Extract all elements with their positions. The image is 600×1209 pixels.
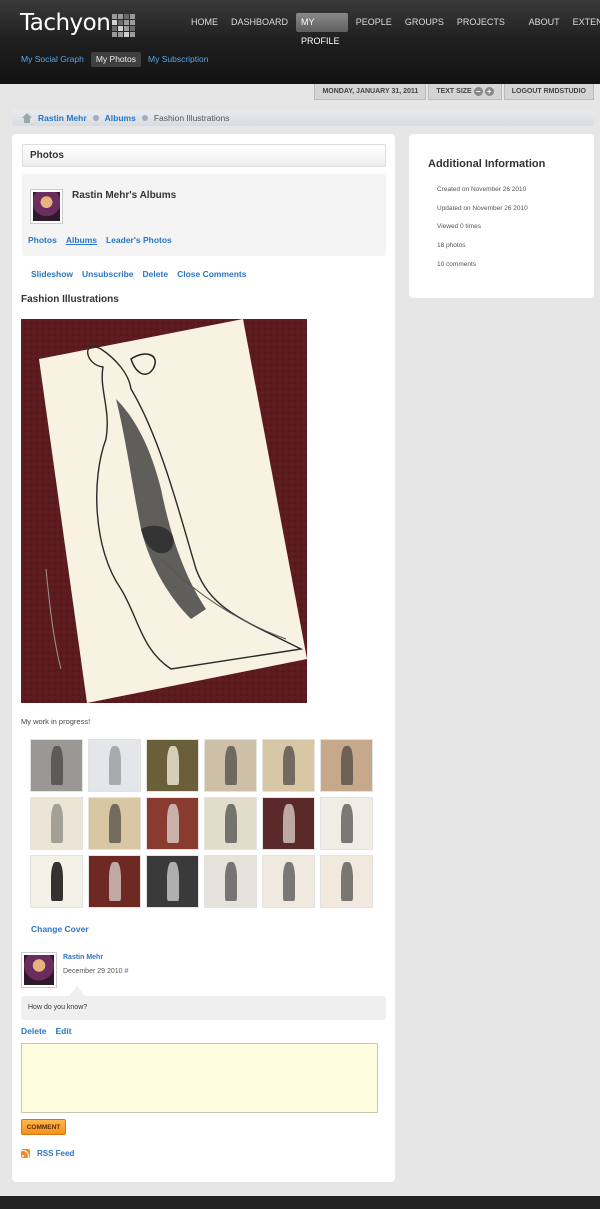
close-comments-link[interactable]: Close Comments [177, 269, 246, 279]
footer-bar [0, 1196, 600, 1209]
breadcrumb-separator [141, 115, 148, 121]
photo-thumbnail[interactable] [146, 855, 199, 908]
logo-text: Tachyon [20, 10, 111, 36]
album-actions: Slideshow Unsubscribe Delete Close Comme… [31, 269, 256, 279]
nav-my-profile[interactable]: MY PROFILE [296, 13, 348, 46]
photo-thumbnail[interactable] [262, 739, 315, 792]
additional-info-panel: Additional Information Created on Novemb… [409, 134, 594, 298]
comment-avatar[interactable] [21, 952, 57, 988]
created-date: Created on November 26 2010 [437, 186, 527, 193]
subnav-social-graph[interactable]: My Social Graph [16, 52, 89, 67]
breadcrumb-separator [92, 115, 99, 121]
comment-input[interactable] [21, 1043, 378, 1113]
album-tabs: Photos Albums Leader's Photos [28, 235, 181, 245]
additional-info-title: Additional Information [428, 158, 546, 170]
logo[interactable]: Tachyon [20, 9, 136, 37]
comment-meta: December 29 2010 # [63, 968, 128, 975]
photo-thumbnail[interactable] [262, 797, 315, 850]
subnav-my-subscription[interactable]: My Subscription [143, 52, 213, 67]
photo-thumbnail[interactable] [88, 739, 141, 792]
photo-thumbnail[interactable] [30, 739, 83, 792]
home-icon[interactable] [22, 113, 32, 123]
photo-thumbnail[interactable] [30, 797, 83, 850]
comment-date: December 29 2010 [63, 968, 123, 975]
cover-illustration [21, 319, 307, 703]
album-owner-box: Rastin Mehr's Albums Photos Albums Leade… [22, 174, 386, 256]
nav-home[interactable]: HOME [186, 13, 223, 32]
photo-thumbnail[interactable] [88, 797, 141, 850]
photo-thumbnail[interactable] [30, 855, 83, 908]
top-bar: Tachyon HOME DASHBOARD MY PROFILE PEOPLE… [0, 0, 600, 84]
photo-thumbnail[interactable] [146, 797, 199, 850]
photo-thumbnail[interactable] [88, 855, 141, 908]
photo-thumbnail[interactable] [320, 797, 373, 850]
photos-heading: Photos [22, 144, 386, 167]
nav-extend[interactable]: EXTEND [568, 13, 600, 32]
tab-leaders-photos[interactable]: Leader's Photos [106, 235, 172, 245]
utility-bar: MONDAY, JANUARY 31, 2011 TEXT SIZE − + L… [312, 84, 594, 100]
unsubscribe-link[interactable]: Unsubscribe [82, 269, 134, 279]
edit-comment-link[interactable]: Edit [56, 1026, 72, 1036]
album-title: Fashion Illustrations [21, 294, 119, 305]
photo-thumbnail[interactable] [320, 855, 373, 908]
rss-icon [21, 1149, 30, 1158]
logout-button[interactable]: LOGOUT RMDSTUDIO [503, 84, 594, 100]
logo-grid-icon [112, 13, 136, 37]
text-size-control: TEXT SIZE − + [428, 84, 502, 100]
album-owner-title: Rastin Mehr's Albums [72, 190, 177, 201]
nav-people[interactable]: PEOPLE [351, 13, 397, 32]
delete-album-link[interactable]: Delete [143, 269, 169, 279]
change-cover-link[interactable]: Change Cover [31, 924, 89, 934]
current-date: MONDAY, JANUARY 31, 2011 [314, 84, 427, 100]
text-size-label: TEXT SIZE [436, 88, 472, 95]
subnav-my-photos[interactable]: My Photos [90, 52, 141, 67]
thumbnail-grid [30, 739, 373, 908]
rss-feed-label: RSS Feed [37, 1149, 75, 1158]
view-count: Viewed 0 times [437, 223, 481, 230]
nav-about[interactable]: ABOUT [524, 13, 565, 32]
delete-comment-link[interactable]: Delete [21, 1026, 47, 1036]
comment-actions: Delete Edit [21, 1026, 81, 1036]
breadcrumb-albums[interactable]: Albums [105, 113, 136, 123]
main-nav: HOME DASHBOARD MY PROFILE PEOPLE GROUPS … [186, 13, 600, 46]
updated-date: Updated on November 26 2010 [437, 205, 528, 212]
photo-thumbnail[interactable] [204, 739, 257, 792]
tab-photos[interactable]: Photos [28, 235, 57, 245]
owner-avatar[interactable] [30, 189, 63, 224]
breadcrumb-user[interactable]: Rastin Mehr [38, 113, 87, 123]
photo-count: 18 photos [437, 242, 466, 249]
tab-albums[interactable]: Albums [66, 235, 97, 245]
comment-count: 10 comments [437, 261, 477, 268]
photo-thumbnail[interactable] [146, 739, 199, 792]
photo-thumbnail[interactable] [320, 739, 373, 792]
main-panel: Photos Rastin Mehr's Albums Photos Album… [12, 134, 395, 1182]
photo-thumbnail[interactable] [204, 797, 257, 850]
photo-thumbnail[interactable] [204, 855, 257, 908]
text-size-increase-icon[interactable]: + [484, 87, 494, 96]
breadcrumb: Rastin Mehr Albums Fashion Illustrations [12, 110, 594, 126]
comment-permalink[interactable]: # [125, 968, 129, 975]
nav-groups[interactable]: GROUPS [400, 13, 449, 32]
comment-body: How do you know? [21, 986, 386, 1020]
nav-projects[interactable]: PROJECTS [452, 13, 510, 32]
slideshow-link[interactable]: Slideshow [31, 269, 73, 279]
rss-feed-link[interactable]: RSS Feed [21, 1149, 74, 1158]
sub-nav: My Social Graph My Photos My Subscriptio… [16, 52, 215, 67]
comment-author[interactable]: Rastin Mehr [63, 954, 103, 961]
comment-submit-button[interactable]: COMMENT [21, 1119, 66, 1135]
breadcrumb-current: Fashion Illustrations [153, 113, 230, 123]
text-size-decrease-icon[interactable]: − [473, 87, 483, 96]
album-cover-image[interactable] [21, 319, 307, 703]
album-caption: My work in progress! [21, 717, 91, 726]
nav-dashboard[interactable]: DASHBOARD [226, 13, 293, 32]
photo-thumbnail[interactable] [262, 855, 315, 908]
